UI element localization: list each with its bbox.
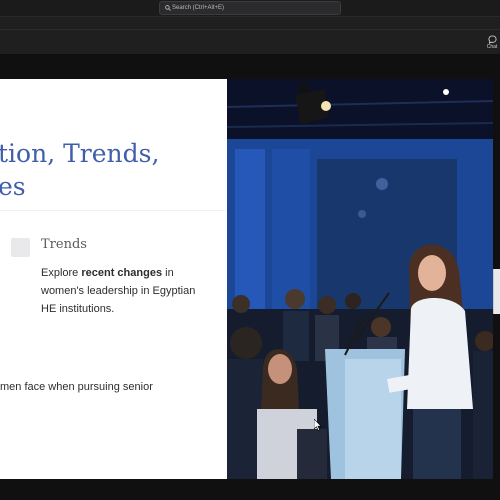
- search-icon: [165, 5, 171, 11]
- title-bar: Search (Ctrl+Alt+E): [0, 0, 500, 16]
- slide-heading-line2: es: [0, 172, 26, 201]
- meeting-toolbar: Chat: [0, 16, 500, 54]
- slide-heading-line1: tion, Trends,: [0, 139, 160, 168]
- trends-title: Trends: [41, 237, 87, 252]
- trends-body-bold: recent changes: [81, 267, 163, 279]
- presentation-slide: tion, Trends, es Trends Explore recent c…: [0, 79, 493, 479]
- slide-heading: tion, Trends, es: [0, 139, 226, 209]
- chat-button[interactable]: Chat: [484, 35, 500, 55]
- checkbox-icon: [11, 238, 30, 257]
- challenges-text: men face when pursuing senior: [0, 381, 153, 393]
- trends-body-pre: Explore: [41, 267, 82, 279]
- chat-label: Chat: [486, 44, 498, 50]
- side-panel-edge[interactable]: [493, 269, 500, 314]
- search-input[interactable]: Search (Ctrl+Alt+E): [159, 1, 341, 15]
- trends-body: Explore recent changes in women's leader…: [41, 264, 211, 318]
- conference-photo: [227, 79, 493, 479]
- toolbar-divider: [0, 29, 500, 30]
- heading-divider: [0, 210, 226, 211]
- speaker-photo-illustration: [227, 79, 493, 479]
- search-placeholder: Search (Ctrl+Alt+E): [172, 5, 225, 11]
- chat-icon: [487, 35, 497, 44]
- mouse-pointer-icon: [314, 419, 322, 431]
- shared-screen-stage: tion, Trends, es Trends Explore recent c…: [0, 54, 500, 500]
